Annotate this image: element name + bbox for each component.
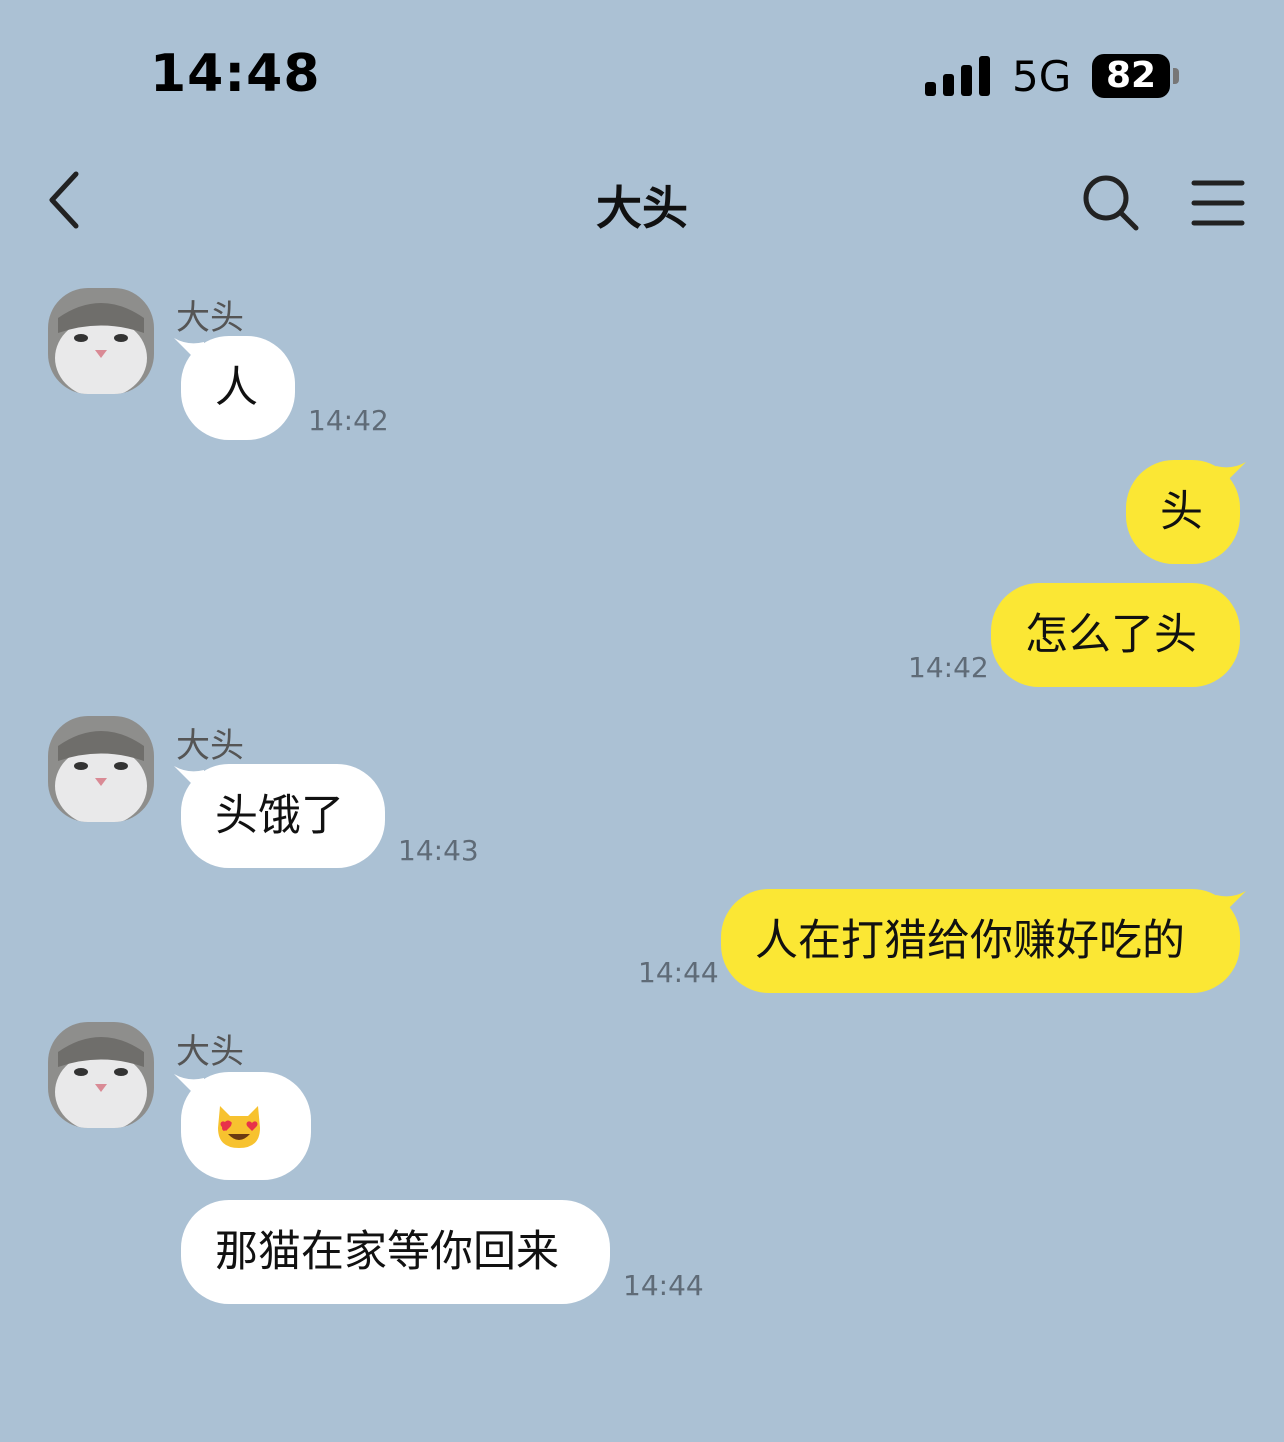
sender-name: 大头 [176, 1032, 244, 1072]
avatar[interactable] [48, 716, 154, 822]
message-time: 14:43 [398, 834, 479, 867]
message-bubble[interactable]: 人 [181, 336, 295, 440]
message-time: 14:44 [623, 1269, 704, 1302]
message-bubble[interactable]: 人在打猎给你赚好吃的 [721, 889, 1240, 993]
battery-indicator: 82 [1092, 54, 1170, 98]
sender-name: 大头 [176, 298, 244, 338]
battery-cap [1173, 68, 1179, 84]
network-type: 5G [1012, 52, 1072, 101]
message-time: 14:44 [638, 956, 719, 989]
message-time: 14:42 [908, 651, 989, 684]
search-icon[interactable] [1080, 172, 1142, 234]
cat-avatar-icon [48, 716, 154, 822]
sender-name: 大头 [176, 726, 244, 766]
avatar[interactable] [48, 288, 154, 394]
message-bubble[interactable]: 怎么了头 [991, 583, 1240, 687]
cat-avatar-icon [48, 1022, 154, 1128]
smiling-cat-heart-eyes-icon [218, 1106, 260, 1148]
message-bubble[interactable]: 那猫在家等你回来 [181, 1200, 610, 1304]
message-bubble[interactable]: 头 [1126, 460, 1240, 564]
message-bubble[interactable] [181, 1072, 311, 1180]
cat-avatar-icon [48, 288, 154, 394]
avatar[interactable] [48, 1022, 154, 1128]
message-bubble[interactable]: 头饿了 [181, 764, 385, 868]
cellular-signal-icon [925, 56, 990, 96]
status-time: 14:48 [150, 44, 321, 104]
hamburger-menu-icon[interactable] [1190, 178, 1246, 228]
message-time: 14:42 [308, 404, 389, 437]
